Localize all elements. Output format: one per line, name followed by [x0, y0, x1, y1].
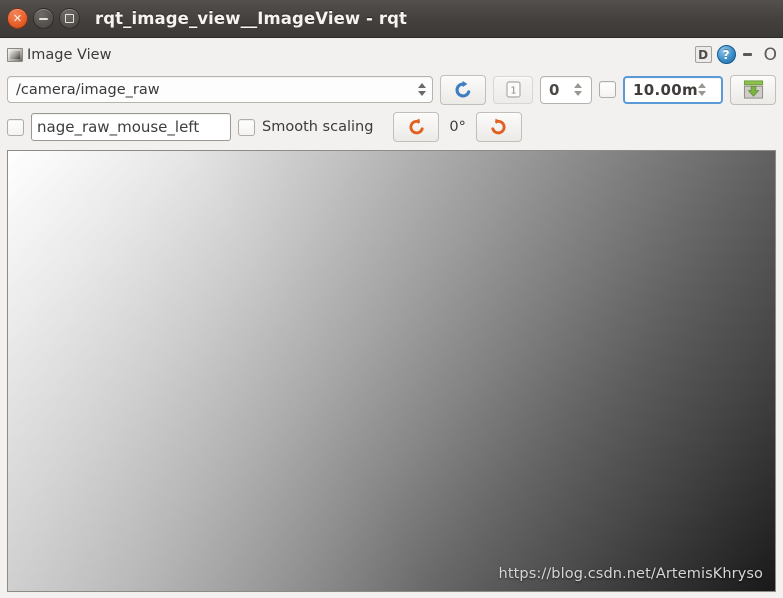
window-maximize-button[interactable] [59, 8, 80, 29]
smooth-scaling-group: Smooth scaling [238, 118, 374, 136]
dash-icon [743, 53, 753, 56]
save-image-icon [743, 80, 763, 99]
chevron-up-icon [573, 83, 582, 88]
smooth-scaling-label: Smooth scaling [262, 119, 374, 135]
dock-title-group: Image View [7, 47, 111, 63]
topic-combobox-value: /camera/image_raw [16, 81, 160, 98]
rotation-controls: 0° [393, 112, 522, 142]
publish-topic-input[interactable]: nage_raw_mouse_left [31, 113, 231, 141]
save-image-button[interactable] [730, 74, 776, 105]
topic-combobox-arrows[interactable] [415, 83, 428, 96]
one-image-icon: 1 [505, 81, 521, 98]
rotate-left-button[interactable] [393, 112, 440, 142]
chevron-up-icon [417, 83, 426, 88]
rotate-clockwise-icon [491, 118, 506, 134]
help-icon[interactable]: ? [716, 45, 736, 64]
chevron-down-icon [417, 91, 426, 96]
publish-click-location-checkbox[interactable] [7, 118, 24, 136]
window-close-button[interactable]: ✕ [7, 8, 28, 29]
refresh-topics-button[interactable] [440, 74, 486, 105]
dock-widget-header: Image View D ? O [0, 38, 783, 71]
dynamic-range-button[interactable]: 1 [493, 75, 533, 104]
rotate-counterclockwise-icon [409, 118, 424, 134]
options-toolbar: nage_raw_mouse_left Smooth scaling 0° [0, 108, 783, 146]
image-index-arrows[interactable] [571, 83, 584, 96]
dock-title-label: Image View [27, 46, 112, 63]
watermark-text: https://blog.csdn.net/ArtemisKhryso [498, 566, 763, 582]
close-icon: ✕ [12, 12, 23, 25]
topic-combobox[interactable]: /camera/image_raw [7, 76, 433, 103]
image-index-spinbox[interactable]: 0 [540, 75, 592, 104]
window-minimize-button[interactable] [33, 8, 54, 29]
image-view-icon [7, 47, 23, 62]
max-range-arrows[interactable] [695, 83, 708, 96]
application-window: ✕ rqt_image_view__ImageView - rqt Image … [0, 0, 783, 598]
max-range-spinbox[interactable]: 10.00m [623, 75, 723, 104]
dynamic-range-checkbox[interactable] [599, 81, 616, 98]
dock-minimize-button[interactable] [741, 53, 755, 56]
window-titlebar: ✕ rqt_image_view__ImageView - rqt [0, 0, 783, 38]
chevron-up-icon [697, 83, 706, 88]
smooth-scaling-checkbox[interactable] [238, 118, 255, 136]
max-range-value: 10.00m [633, 80, 698, 99]
chevron-down-icon [573, 91, 582, 96]
svg-text:1: 1 [510, 86, 516, 97]
refresh-topics-icon [455, 80, 471, 97]
topic-toolbar: /camera/image_raw 1 0 10.00m [0, 71, 783, 108]
rotation-angle-label: 0° [449, 119, 466, 135]
dock-close-button[interactable]: O [764, 45, 777, 65]
maximize-icon [65, 14, 74, 23]
rotate-right-button[interactable] [475, 112, 522, 142]
minimize-icon [39, 17, 48, 20]
dock-header-buttons: D ? O [694, 45, 777, 65]
chevron-down-icon [697, 91, 706, 96]
window-title: rqt_image_view__ImageView - rqt [95, 9, 407, 28]
dock-float-button[interactable]: D [694, 46, 712, 63]
image-index-value: 0 [549, 80, 560, 99]
image-display-canvas[interactable]: https://blog.csdn.net/ArtemisKhryso [7, 150, 776, 592]
